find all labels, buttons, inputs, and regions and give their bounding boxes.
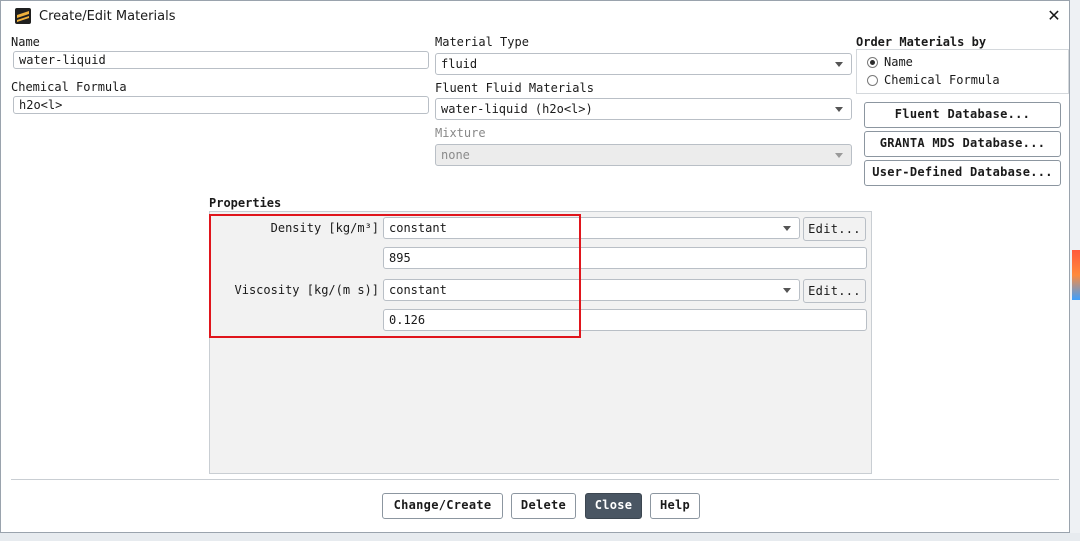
- chemical-formula-input[interactable]: h2o<l>: [13, 96, 429, 114]
- viscosity-method-dropdown[interactable]: constant: [383, 279, 800, 301]
- density-method-dropdown[interactable]: constant: [383, 217, 800, 239]
- chevron-down-icon: [835, 153, 843, 158]
- user-defined-database-button[interactable]: User-Defined Database...: [864, 160, 1061, 186]
- density-value-input[interactable]: 895: [383, 247, 867, 269]
- density-label: Density [kg/m³]: [270, 221, 379, 235]
- window-title: Create/Edit Materials: [39, 8, 176, 24]
- order-materials-label: Order Materials by: [856, 35, 987, 49]
- material-type-label: Material Type: [435, 35, 529, 49]
- chevron-down-icon: [835, 107, 843, 112]
- density-edit-button[interactable]: Edit...: [803, 217, 866, 241]
- mixture-value: none: [441, 148, 470, 162]
- order-by-name-radio[interactable]: Name: [867, 55, 913, 69]
- background-strip: [0, 533, 1080, 541]
- chevron-down-icon: [783, 288, 791, 293]
- mixture-dropdown: none: [435, 144, 852, 166]
- viscosity-method-value: constant: [389, 283, 447, 297]
- radio-selected-icon: [867, 56, 878, 68]
- close-button[interactable]: Close: [585, 493, 642, 519]
- density-method-value: constant: [389, 221, 447, 235]
- material-type-dropdown[interactable]: fluid: [435, 53, 852, 75]
- fluent-fluid-materials-label: Fluent Fluid Materials: [435, 81, 594, 95]
- material-type-value: fluid: [441, 57, 478, 71]
- viscosity-edit-button[interactable]: Edit...: [803, 279, 866, 303]
- close-icon[interactable]: ✕: [1043, 5, 1065, 27]
- chevron-down-icon: [835, 62, 843, 67]
- order-materials-group: Name Chemical Formula: [856, 49, 1069, 94]
- mixture-label: Mixture: [435, 126, 486, 140]
- delete-button[interactable]: Delete: [511, 493, 576, 519]
- fluent-fluid-materials-value: water-liquid (h2o<l>): [441, 102, 593, 116]
- order-by-formula-label: Chemical Formula: [884, 73, 1000, 87]
- name-label: Name: [11, 35, 40, 49]
- viscosity-value-input[interactable]: 0.126: [383, 309, 867, 331]
- create-edit-materials-dialog: Create/Edit Materials ✕ Name water-liqui…: [0, 0, 1070, 533]
- change-create-button[interactable]: Change/Create: [382, 493, 503, 519]
- help-button[interactable]: Help: [650, 493, 700, 519]
- fluent-database-button[interactable]: Fluent Database...: [864, 102, 1061, 128]
- granta-mds-database-button[interactable]: GRANTA MDS Database...: [864, 131, 1061, 157]
- order-by-name-label: Name: [884, 55, 913, 69]
- title-bar: Create/Edit Materials ✕: [1, 1, 1069, 31]
- order-by-formula-radio[interactable]: Chemical Formula: [867, 73, 1000, 87]
- chevron-down-icon: [783, 226, 791, 231]
- chemical-formula-label: Chemical Formula: [11, 80, 127, 94]
- fluent-app-icon: [15, 8, 31, 24]
- radio-unselected-icon: [867, 74, 878, 86]
- footer-divider: [11, 479, 1059, 480]
- name-input[interactable]: water-liquid: [13, 51, 429, 69]
- fluent-fluid-materials-dropdown[interactable]: water-liquid (h2o<l>): [435, 98, 852, 120]
- viscosity-label: Viscosity [kg/(m s)]: [234, 283, 380, 297]
- properties-title: Properties: [209, 196, 282, 210]
- background-contour-plot: [1072, 250, 1080, 300]
